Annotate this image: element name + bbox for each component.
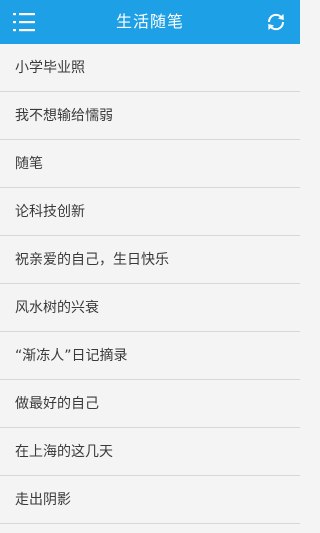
refresh-button[interactable]: [260, 6, 292, 38]
list-item[interactable]: 随笔: [0, 140, 300, 188]
list-item[interactable]: 小学毕业照: [0, 44, 300, 92]
list-item[interactable]: 做最好的自己: [0, 380, 300, 428]
app-header: 生活随笔: [0, 0, 300, 44]
list-item[interactable]: “渐冻人”日记摘录: [0, 332, 300, 380]
list-item[interactable]: 祝亲爱的自己，生日快乐: [0, 236, 300, 284]
essay-list: 小学毕业照 我不想输给懦弱 随笔 论科技创新 祝亲爱的自己，生日快乐 风水树的兴…: [0, 44, 300, 524]
list-item[interactable]: 在上海的这几天: [0, 428, 300, 476]
list-item[interactable]: 走出阴影: [0, 476, 300, 524]
list-item[interactable]: 论科技创新: [0, 188, 300, 236]
list-item[interactable]: 风水树的兴衰: [0, 284, 300, 332]
list-item[interactable]: 我不想输给懦弱: [0, 92, 300, 140]
refresh-icon: [267, 13, 285, 31]
page-title: 生活随笔: [115, 12, 184, 31]
